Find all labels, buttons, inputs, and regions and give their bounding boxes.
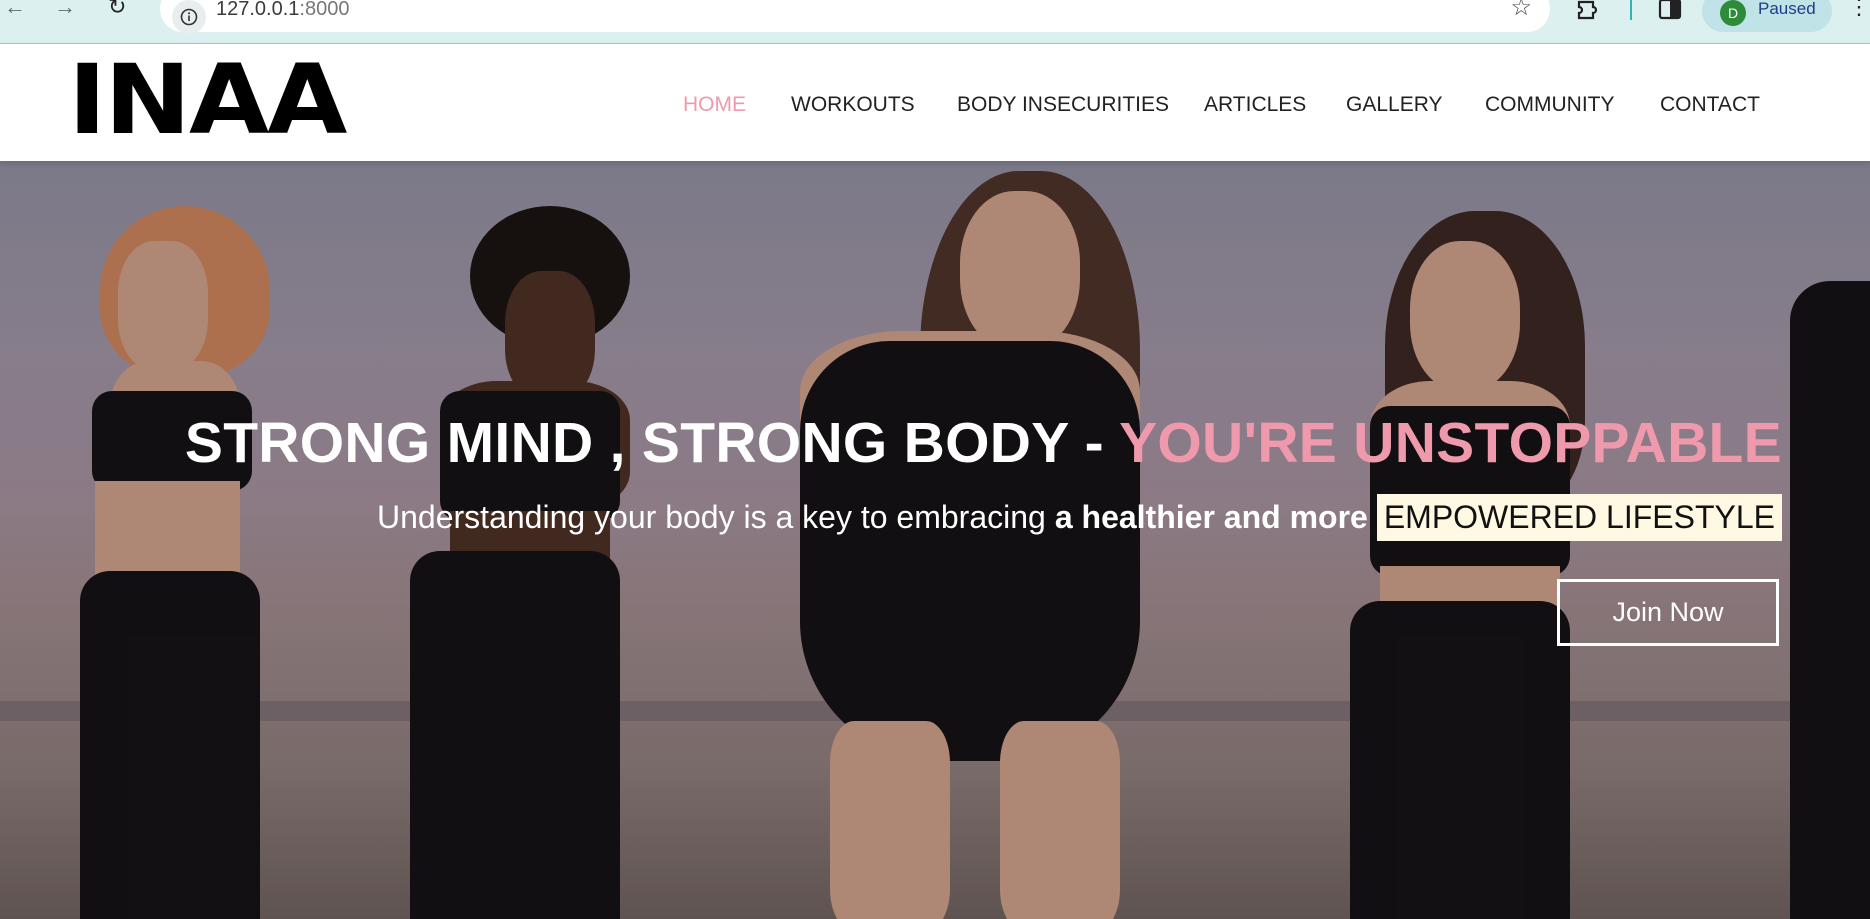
reload-icon[interactable]: ↻ (108, 0, 126, 20)
hero-subtitle: Understanding your body is a key to embr… (377, 494, 1782, 541)
extensions-icon[interactable] (1576, 0, 1602, 22)
hero-title: STRONG MIND , STRONG BODY - YOU'RE UNSTO… (185, 410, 1782, 476)
hero-title-main: STRONG MIND , STRONG BODY - (184, 411, 1120, 475)
url-host: 127.0.0.1 (216, 0, 300, 20)
site-info-icon[interactable] (172, 0, 206, 34)
hero-section: STRONG MIND , STRONG BODY - YOU'RE UNSTO… (0, 161, 1870, 919)
site-header: INAA HOME WORKOUTS BODY INSECURITIES ART… (0, 44, 1870, 161)
toolbar-divider (1630, 0, 1632, 20)
hero-subtitle-bold: a healthier and more (1054, 499, 1368, 535)
site-logo[interactable]: INAA (68, 52, 347, 148)
forward-icon[interactable]: → (54, 0, 76, 20)
nav-articles[interactable]: ARTICLES (1204, 93, 1306, 117)
nav-gallery[interactable]: GALLERY (1346, 93, 1443, 117)
address-bar[interactable]: 127.0.0.1:8000 ☆ (160, 0, 1550, 34)
hero-subtitle-plain: Understanding your body is a key to embr… (377, 499, 1046, 535)
side-panel-icon[interactable] (1658, 0, 1682, 22)
url-text[interactable]: 127.0.0.1:8000 (216, 0, 350, 20)
bookmark-star-icon[interactable]: ☆ (1510, 0, 1532, 20)
browser-toolbar: ← → ↻ 127.0.0.1:8000 ☆ D Paused ⋮ (0, 0, 1870, 44)
hero-subtitle-highlight: EMPOWERED LIFESTYLE (1376, 494, 1782, 541)
browser-menu-icon[interactable]: ⋮ (1848, 0, 1870, 18)
url-port: :8000 (299, 0, 350, 20)
hero-title-accent: YOU'RE UNSTOPPABLE (1119, 411, 1782, 475)
back-icon[interactable]: ← (4, 0, 26, 20)
nav-home[interactable]: HOME (683, 93, 746, 117)
avatar: D (1720, 0, 1746, 26)
profile-status: Paused (1758, 0, 1816, 18)
nav-contact[interactable]: CONTACT (1660, 93, 1760, 117)
join-now-button[interactable]: Join Now (1557, 579, 1779, 646)
nav-workouts[interactable]: WORKOUTS (791, 93, 915, 117)
nav-community[interactable]: COMMUNITY (1485, 93, 1615, 117)
profile-button[interactable]: D Paused (1702, 0, 1832, 32)
nav-body-insecurities[interactable]: BODY INSECURITIES (957, 93, 1169, 117)
